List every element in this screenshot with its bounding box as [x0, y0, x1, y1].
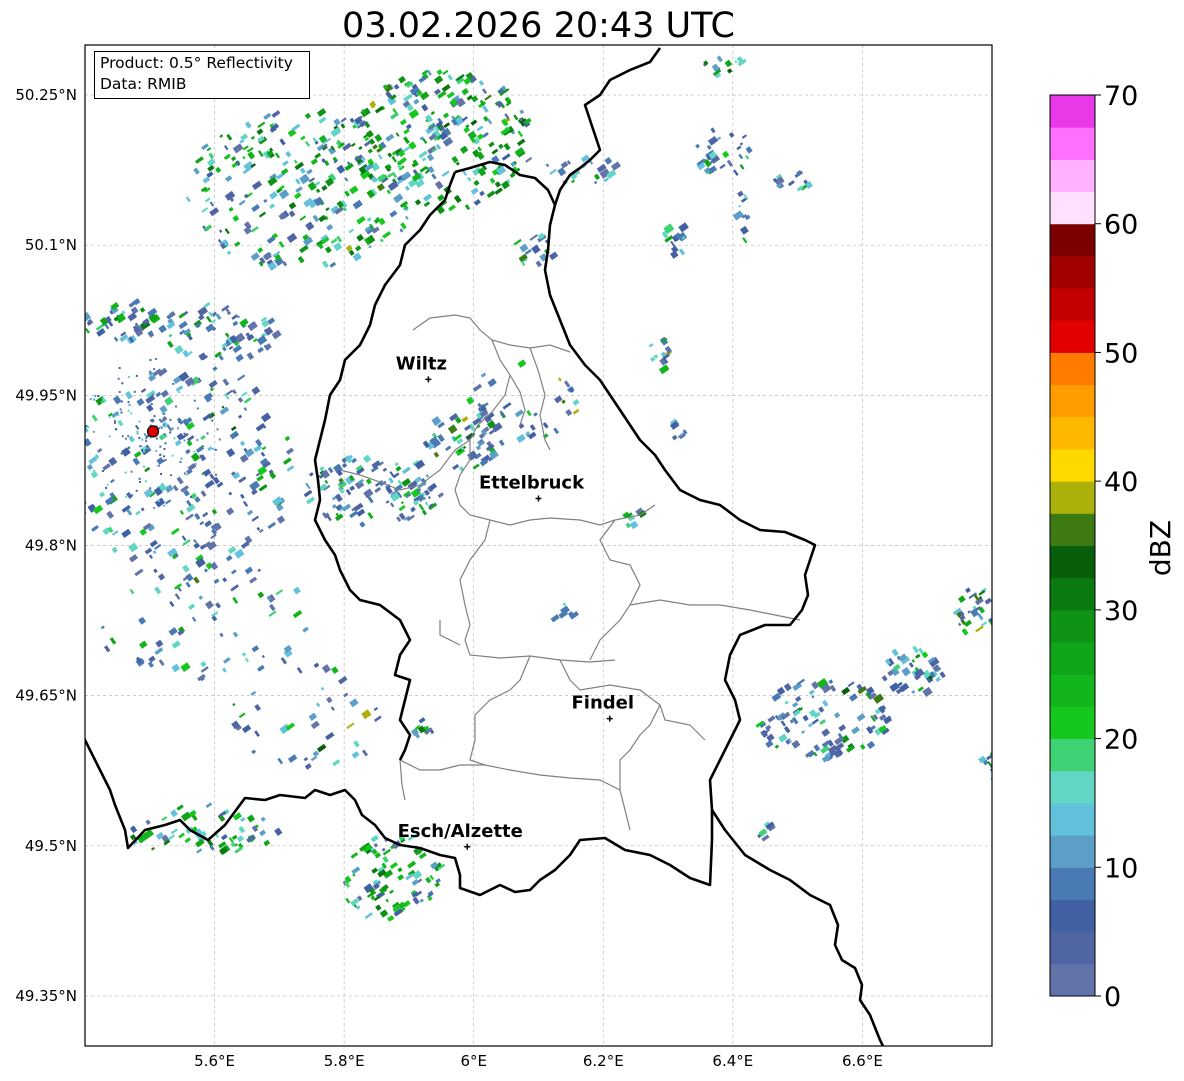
colorbar-ticks: 0 10 20 30 40 50 60 70	[1095, 81, 1138, 1013]
colorbar-tick-label: 60	[1104, 210, 1138, 241]
lat-tick-label: 49.65°N	[15, 687, 77, 705]
colorbar-tick-label: 0	[1104, 982, 1121, 1013]
lat-tick-label: 49.5°N	[25, 837, 77, 855]
colorbar-tick-label: 40	[1104, 467, 1138, 498]
radar-map-figure: 50.25°N 50.1°N 49.95°N 49.8°N 49.65°N 49.5°N 4…	[15, 44, 1177, 1070]
colorbar-tick-label: 10	[1104, 853, 1138, 884]
lat-tick-label: 49.95°N	[15, 386, 77, 404]
colorbar-bin	[1050, 642, 1095, 675]
colorbar-bin	[1050, 191, 1095, 225]
colorbar-bin	[1050, 223, 1095, 257]
colorbar-bin	[1050, 545, 1095, 579]
colorbar-bin	[1050, 320, 1095, 353]
lon-tick-label: 6°E	[460, 1052, 487, 1070]
lon-tick-label: 6.4°E	[712, 1052, 753, 1070]
colorbar-label: dBZ	[1144, 520, 1177, 576]
colorbar-bin	[1050, 416, 1095, 450]
colorbar-bin	[1050, 963, 1095, 997]
colorbar-bin	[1050, 127, 1095, 160]
colorbar-tick-label: 50	[1104, 338, 1138, 369]
lat-tick-label: 50.25°N	[15, 86, 77, 104]
lat-tick-label: 50.1°N	[25, 236, 77, 254]
colorbar-bin	[1050, 159, 1095, 193]
lat-tick-label: 49.35°N	[15, 987, 77, 1005]
colorbar-bin	[1050, 481, 1095, 514]
colorbar-bin	[1050, 95, 1095, 128]
lat-tick-label: 49.8°N	[25, 537, 77, 555]
product-info-box: Product: 0.5° Reflectivity Data: RMIB	[94, 51, 310, 99]
colorbar-bin	[1050, 770, 1095, 804]
colorbar-bin	[1050, 577, 1095, 611]
colorbar-bin	[1050, 867, 1095, 900]
colorbar-bin	[1050, 674, 1095, 707]
colorbar-bin	[1050, 384, 1095, 418]
colorbar-bin	[1050, 288, 1095, 321]
product-label: Product: 0.5° Reflectivity	[100, 54, 293, 72]
colorbar-bin	[1050, 738, 1095, 772]
colorbar-bin	[1050, 609, 1095, 643]
colorbar-bin	[1050, 706, 1095, 740]
data-source-label: Data: RMIB	[100, 75, 187, 93]
city-label: Ettelbruck	[479, 472, 585, 493]
colorbar	[1049, 94, 1096, 997]
lon-tick-label: 5.6°E	[194, 1052, 235, 1070]
city-label: Esch/Alzette	[398, 821, 523, 842]
lon-tick-label: 6.6°E	[842, 1052, 883, 1070]
colorbar-bin	[1050, 899, 1095, 933]
city-label: Wiltz	[396, 353, 447, 374]
colorbar-bin	[1050, 835, 1095, 868]
colorbar-bin	[1050, 513, 1095, 546]
city-label: Findel	[571, 693, 634, 714]
colorbar-tick-label: 30	[1104, 596, 1138, 627]
colorbar-tick-label: 70	[1104, 81, 1138, 112]
radar-site-marker	[146, 425, 160, 438]
colorbar-bin	[1050, 802, 1095, 836]
lon-tick-label: 5.8°E	[324, 1052, 365, 1070]
colorbar-bin	[1050, 448, 1095, 482]
colorbar-tick-label: 20	[1104, 725, 1138, 756]
radar-site-icon	[146, 425, 160, 438]
colorbar-bin	[1050, 931, 1095, 965]
lon-tick-label: 6.2°E	[583, 1052, 624, 1070]
colorbar-bin	[1050, 352, 1095, 386]
colorbar-bin	[1050, 255, 1095, 289]
